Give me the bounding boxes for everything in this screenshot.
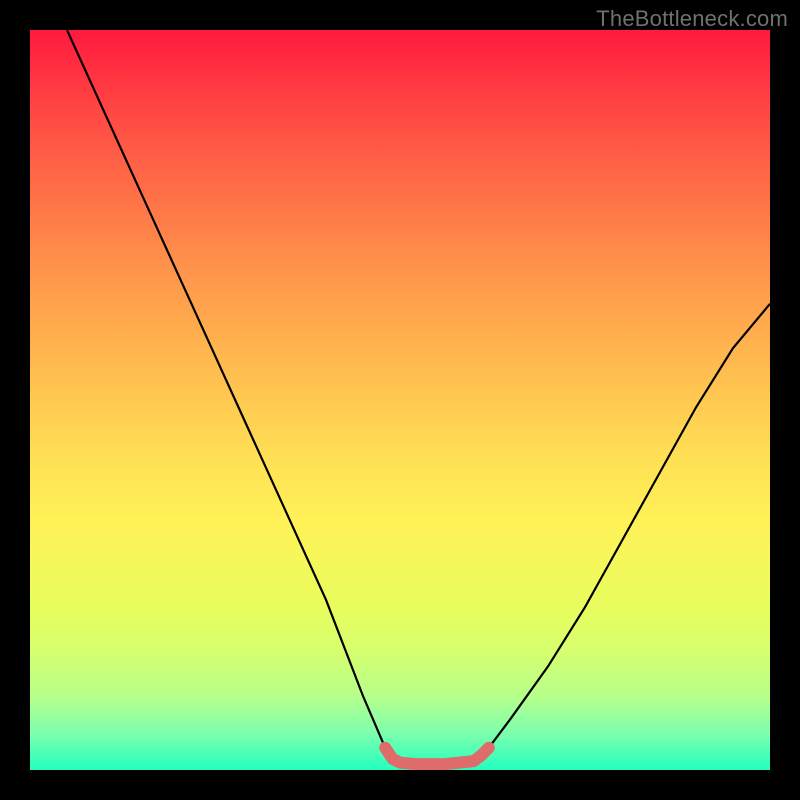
left-curve [67, 30, 400, 763]
right-curve [474, 304, 770, 763]
curves-svg [30, 30, 770, 770]
plot-area [30, 30, 770, 770]
watermark-text: TheBottleneck.com [596, 6, 788, 32]
chart-frame: TheBottleneck.com [0, 0, 800, 800]
bottom-segment [385, 748, 489, 764]
